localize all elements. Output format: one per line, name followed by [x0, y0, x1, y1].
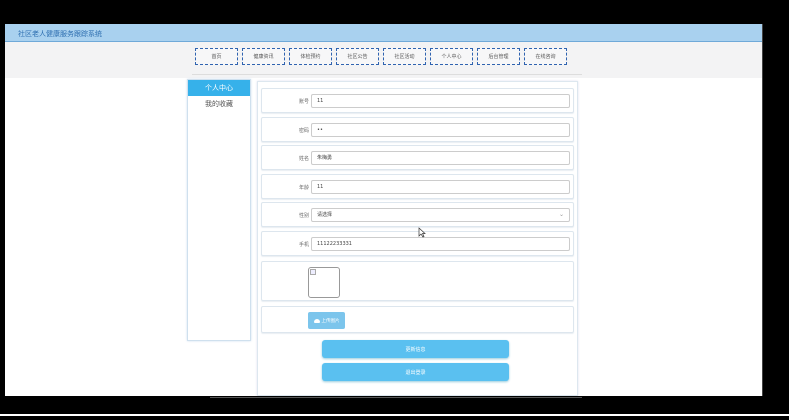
account-label: 账号 [298, 99, 309, 105]
gender-select[interactable]: 请选择 ⌄ [311, 208, 570, 222]
browser-viewport: 社区老人健康服务跟踪系统 首页 健康资讯 体检预约 社区公告 社区活动 个人中心… [5, 24, 762, 396]
form-row-age: 年龄 11 [261, 174, 574, 199]
update-info-button[interactable]: 更新信息 [322, 340, 509, 358]
cloud-upload-icon [313, 318, 320, 323]
logout-button[interactable]: 退出登录 [322, 363, 509, 381]
nav-item-health-news[interactable]: 健康资讯 [242, 48, 285, 65]
age-input[interactable]: 11 [311, 180, 570, 194]
upload-image-label: 上传图片 [321, 318, 340, 324]
gender-label: 性别 [298, 213, 309, 219]
nav-item-consult[interactable]: 在线咨询 [524, 48, 567, 65]
top-nav: 首页 健康资讯 体检预约 社区公告 社区活动 个人中心 后台管理 在线咨询 [5, 42, 762, 78]
sidebar-item-favorites[interactable]: 我的收藏 [188, 96, 250, 112]
sidebar-item-personal-center[interactable]: 个人中心 [188, 80, 250, 96]
broken-image-icon [310, 269, 316, 275]
form-row-account: 账号 11 [261, 88, 574, 113]
name-label: 姓名 [298, 156, 309, 162]
age-label: 年龄 [298, 185, 309, 191]
window-edge [762, 24, 763, 396]
phone-input[interactable]: 11122233331 [311, 237, 570, 251]
chevron-down-icon: ⌄ [558, 211, 564, 218]
password-input[interactable]: •• [311, 123, 570, 137]
account-input[interactable]: 11 [311, 94, 570, 108]
nav-item-admin[interactable]: 后台管理 [477, 48, 520, 65]
bottom-divider [0, 414, 789, 416]
form-row-name: 姓名 朱梅勇 [261, 145, 574, 170]
profile-form: 账号 11 密码 •• 姓名 朱梅勇 年龄 11 性别 请选择 ⌄ 手机 111… [257, 81, 578, 396]
nav-divider [192, 74, 582, 75]
horizontal-scrollbar[interactable] [210, 397, 582, 398]
nav-item-announcement[interactable]: 社区公告 [336, 48, 379, 65]
nav-item-activity[interactable]: 社区活动 [383, 48, 426, 65]
form-row-upload: 上传图片 [261, 306, 574, 333]
avatar-image [308, 267, 340, 298]
form-row-password: 密码 •• [261, 117, 574, 142]
sidebar: 个人中心 我的收藏 [187, 79, 251, 341]
title-bar: 社区老人健康服务跟踪系统 [5, 24, 762, 42]
form-row-gender: 性别 请选择 ⌄ [261, 202, 574, 227]
name-input[interactable]: 朱梅勇 [311, 151, 570, 165]
password-label: 密码 [298, 128, 309, 134]
app-title: 社区老人健康服务跟踪系统 [18, 30, 102, 38]
mouse-cursor-icon [418, 227, 426, 238]
nav-item-home[interactable]: 首页 [195, 48, 238, 65]
nav-item-personal-center[interactable]: 个人中心 [430, 48, 473, 65]
phone-label: 手机 [298, 242, 309, 248]
form-row-avatar [261, 261, 574, 301]
nav-item-checkup[interactable]: 体检预约 [289, 48, 332, 65]
upload-image-button[interactable]: 上传图片 [308, 312, 345, 329]
gender-select-value: 请选择 [317, 212, 333, 218]
